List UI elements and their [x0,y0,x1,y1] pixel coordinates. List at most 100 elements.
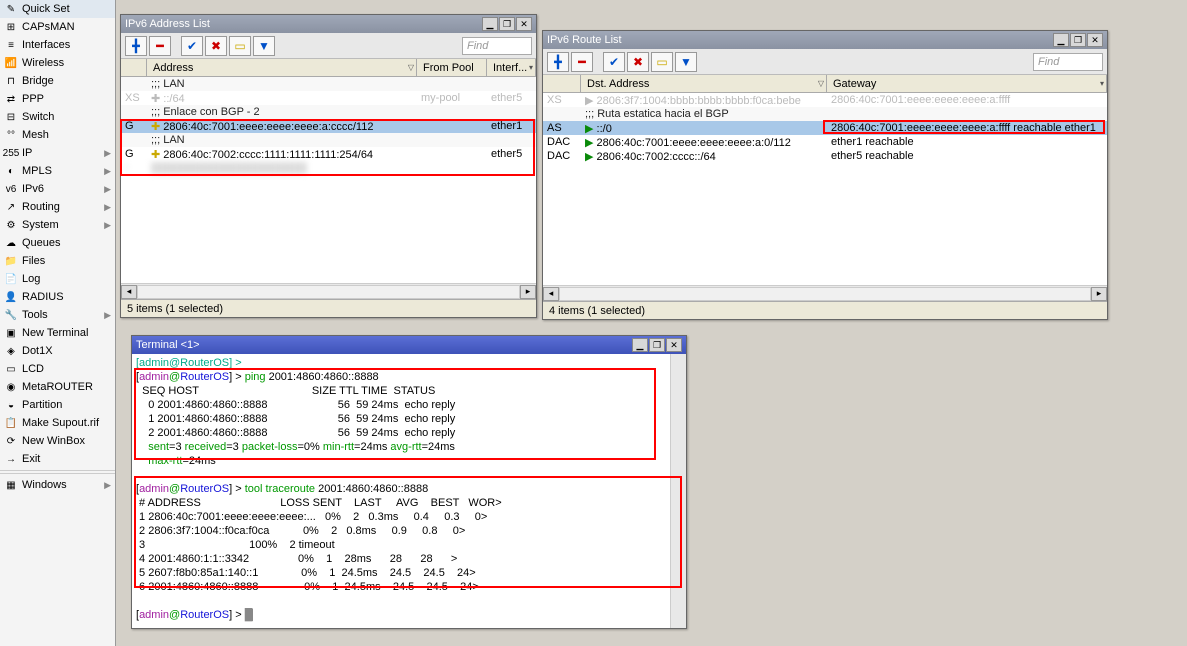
sidebar-item-ipv6[interactable]: v6IPv6▶ [0,180,115,198]
table-row[interactable]: DAC▶ 2806:40c:7002:cccc::/64ether5 reach… [543,149,1107,163]
sidebar-item-tools[interactable]: 🔧Tools▶ [0,306,115,324]
minimize-button[interactable]: ▁ [1053,33,1069,47]
menu-icon: ⚙ [4,218,18,232]
menu-icon: ◒ [4,398,18,412]
filter-button[interactable]: ▼ [675,52,697,72]
add-button[interactable]: ╋ [125,36,147,56]
menu-icon: ⊓ [4,74,18,88]
close-button[interactable]: ✕ [666,338,682,352]
sidebar-item-metarouter[interactable]: ◉MetaROUTER [0,378,115,396]
sidebar-item-ip[interactable]: 255IP▶ [0,144,115,162]
sidebar-item-label: New Terminal [22,327,88,339]
horizontal-scrollbar[interactable]: ◂▸ [121,283,536,299]
terminal-output[interactable]: [admin@RouterOS] > [admin@RouterOS] > pi… [132,354,686,628]
sidebar-item-label: Make Supout.rif [22,417,99,429]
sidebar-item-dot1x[interactable]: ◈Dot1X [0,342,115,360]
find-input[interactable]: Find [1033,53,1103,71]
sidebar-item-label: PPP [22,93,44,105]
filter-button[interactable]: ▼ [253,36,275,56]
table-header: Address▽ From Pool Interf...▾ [121,59,536,77]
enable-button[interactable]: ✔ [181,36,203,56]
sidebar-item-interfaces[interactable]: ≡Interfaces [0,36,115,54]
disable-button[interactable]: ✖ [627,52,649,72]
table-row[interactable]: G✚ 2806:40c:7002:cccc:1111:1111:1111:254… [121,147,536,161]
table-row[interactable]: DAC▶ 2806:40c:7001:eeee:eeee:eeee:a:0/11… [543,135,1107,149]
sidebar-item-capsman[interactable]: ⊞CAPsMAN [0,18,115,36]
sidebar-item-windows[interactable]: ▦ Windows ▶ [0,476,115,494]
close-button[interactable]: ✕ [1087,33,1103,47]
sidebar-item-label: MetaROUTER [22,381,93,393]
sidebar-item-lcd[interactable]: ▭ LCD [0,360,115,378]
disable-button[interactable]: ✖ [205,36,227,56]
sidebar-item-label: Quick Set [22,3,70,15]
window-titlebar[interactable]: Terminal <1> ▁ ❐ ✕ [132,336,686,354]
sidebar-item-quick-set[interactable]: ✎Quick Set [0,0,115,18]
table-row[interactable]: ;;; LAN [121,77,536,91]
comment-button[interactable]: ▭ [229,36,251,56]
menu-icon: ▭ [4,362,18,376]
sidebar-item-new-terminal[interactable]: ▣New Terminal [0,324,115,342]
remove-button[interactable]: ━ [149,36,171,56]
sidebar-item-make-supout-rif[interactable]: 📋Make Supout.rif [0,414,115,432]
sidebar-item-partition[interactable]: ◒Partition [0,396,115,414]
restore-button[interactable]: ❐ [499,17,515,31]
table-row[interactable]: ;;; Ruta estatica hacia el BGP [543,107,1107,121]
vertical-scrollbar[interactable] [670,354,686,628]
table-row[interactable]: XS✚ ::/64my-poolether5 [121,91,536,105]
sidebar-item-label: LCD [22,363,44,375]
menu-icon: 📄 [4,272,18,286]
sidebar-item-system[interactable]: ⚙ System ▶ [0,216,115,234]
table-row[interactable]: AS▶ ::/02806:40c:7001:eeee:eeee:eeee:a:f… [543,121,1107,135]
col-dst-address[interactable]: Dst. Address▽ [581,75,827,92]
restore-button[interactable]: ❐ [1070,33,1086,47]
sidebar-item-switch[interactable]: ⊟Switch [0,108,115,126]
sidebar-item-bridge[interactable]: ⊓Bridge [0,72,115,90]
col-interface[interactable]: Interf...▾ [487,59,536,76]
comment-button[interactable]: ▭ [651,52,673,72]
minimize-button[interactable]: ▁ [482,17,498,31]
add-button[interactable]: ╋ [547,52,569,72]
chevron-right-icon: ▶ [104,220,111,231]
sidebar-item-mesh[interactable]: °°Mesh [0,126,115,144]
col-gateway[interactable]: Gateway▾ [827,75,1107,92]
restore-button[interactable]: ❐ [649,338,665,352]
sidebar-item-label: System [22,219,59,231]
sidebar-item-label: CAPsMAN [22,21,75,33]
close-button[interactable]: ✕ [516,17,532,31]
sidebar-item-queues[interactable]: ☁Queues [0,234,115,252]
toolbar: ╋ ━ ✔ ✖ ▭ ▼ Find [121,33,536,59]
sidebar-item-label: Files [22,255,45,267]
menu-icon: → [4,452,18,466]
window-titlebar[interactable]: IPv6 Route List ▁ ❐ ✕ [543,31,1107,49]
menu-icon: 255 [4,146,18,160]
sidebar-item-files[interactable]: 📁Files [0,252,115,270]
table-row[interactable]: XS▶ 2806:3f7:1004:bbbb:bbbb:bbbb:f0ca:be… [543,93,1107,107]
horizontal-scrollbar[interactable]: ◂▸ [543,285,1107,301]
menu-icon: ⇄ [4,92,18,106]
table-row[interactable]: G✚ 2806:40c:7001:eeee:eeee:eeee:a:cccc/1… [121,119,536,133]
enable-button[interactable]: ✔ [603,52,625,72]
sidebar-item-radius[interactable]: 👤RADIUS [0,288,115,306]
menu-icon: v6 [4,182,18,196]
table-row[interactable]: ;;; LAN [121,133,536,147]
table-row[interactable]: I████████████████████ [121,161,536,175]
minimize-button[interactable]: ▁ [632,338,648,352]
table-row[interactable]: ;;; Enlace con BGP - 2 [121,105,536,119]
col-address[interactable]: Address▽ [147,59,417,76]
col-from-pool[interactable]: From Pool [417,59,487,76]
sidebar-item-ppp[interactable]: ⇄ PPP [0,90,115,108]
sidebar-item-routing[interactable]: ↗Routing▶ [0,198,115,216]
sidebar-item-wireless[interactable]: 📶Wireless [0,54,115,72]
sidebar-item-new-winbox[interactable]: ⟳New WinBox [0,432,115,450]
sidebar-item-label: Interfaces [22,39,70,51]
remove-button[interactable]: ━ [571,52,593,72]
sidebar-item-mpls[interactable]: ◐MPLS▶ [0,162,115,180]
sidebar-item-log[interactable]: 📄Log [0,270,115,288]
sidebar-item-exit[interactable]: →Exit [0,450,115,468]
sidebar-item-label: Tools [22,309,48,321]
sidebar-item-label: RADIUS [22,291,64,303]
menu-icon: ◈ [4,344,18,358]
find-input[interactable]: Find [462,37,532,55]
window-titlebar[interactable]: IPv6 Address List ▁ ❐ ✕ [121,15,536,33]
address-table-body: ;;; LANXS✚ ::/64my-poolether5;;; Enlace … [121,77,536,283]
